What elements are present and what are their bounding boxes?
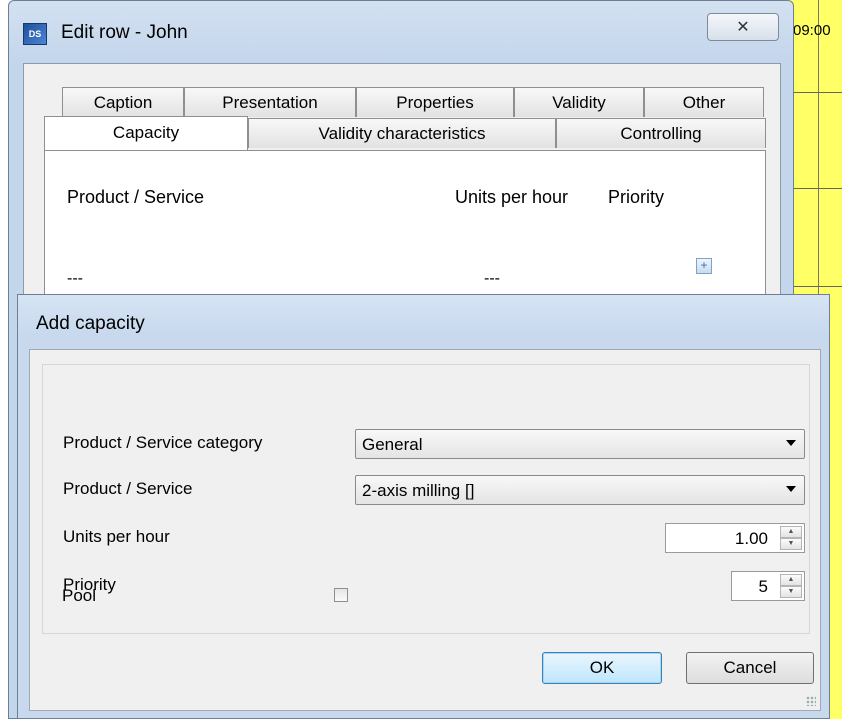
pool-label: Pool <box>62 586 97 605</box>
grid-line <box>788 286 842 287</box>
units-label: Units per hour <box>63 527 170 546</box>
add-row-button[interactable]: + <box>696 258 712 274</box>
add-capacity-client-area: Product / Service category General Produ… <box>29 349 821 711</box>
product-label: Product / Service <box>63 479 193 498</box>
chevron-down-icon <box>786 486 796 492</box>
tab-label: Validity <box>552 93 606 112</box>
tab-capacity[interactable]: Capacity <box>44 116 248 150</box>
product-select-value: 2-axis milling [] <box>362 481 475 500</box>
tab-label: Controlling <box>620 124 702 143</box>
tab-controlling[interactable]: Controlling <box>556 118 766 148</box>
priority-spinner[interactable]: 5 ▲ ▼ <box>731 571 805 601</box>
units-spinner-value: 1.00 <box>734 529 768 548</box>
grid-line <box>788 92 842 93</box>
cancel-button[interactable]: Cancel <box>686 652 814 684</box>
chevron-down-icon <box>786 440 796 446</box>
tab-validity-characteristics[interactable]: Validity characteristics <box>248 118 556 148</box>
fields-panel: Product / Service category General Produ… <box>42 364 810 634</box>
close-button[interactable]: ✕ <box>707 13 779 41</box>
spin-down-button[interactable]: ▼ <box>780 586 802 598</box>
tab-label: Validity characteristics <box>318 124 486 143</box>
close-icon: ✕ <box>736 19 750 36</box>
tab-label: Presentation <box>222 93 318 112</box>
app-logo-icon: DS <box>23 23 47 45</box>
column-header-product: Product / Service <box>67 187 205 207</box>
category-select-value: General <box>362 435 423 454</box>
add-capacity-title: Add capacity <box>36 313 145 334</box>
tab-caption[interactable]: Caption <box>62 87 184 117</box>
spinner-buttons: ▲ ▼ <box>780 526 802 550</box>
column-header-priority: Priority <box>608 187 665 207</box>
column-header-units: Units per hour <box>455 187 569 207</box>
tab-label: Properties <box>396 93 474 112</box>
tab-properties[interactable]: Properties <box>356 87 514 117</box>
resize-grip[interactable] <box>806 696 816 706</box>
spin-up-button[interactable]: ▲ <box>780 574 802 586</box>
add-capacity-dialog: Add capacity Product / Service category … <box>17 294 830 719</box>
ok-button[interactable]: OK <box>542 652 662 684</box>
edit-row-titlebar[interactable]: DS Edit row - John ✕ <box>9 1 793 61</box>
tab-presentation[interactable]: Presentation <box>184 87 356 117</box>
row-product-value: --- <box>67 270 83 287</box>
spinner-buttons: ▲ ▼ <box>780 574 802 598</box>
priority-spinner-value: 5 <box>758 577 768 596</box>
row-units-value: --- <box>484 270 500 287</box>
tab-label: Other <box>682 93 726 112</box>
category-select[interactable]: General <box>355 429 805 459</box>
pool-checkbox[interactable] <box>334 588 348 602</box>
units-spinner[interactable]: 1.00 ▲ ▼ <box>665 523 805 553</box>
tab-label: Caption <box>93 93 153 112</box>
spin-up-button[interactable]: ▲ <box>780 526 802 538</box>
spin-down-button[interactable]: ▼ <box>780 538 802 550</box>
edit-row-title: Edit row - John <box>61 22 188 43</box>
category-label: Product / Service category <box>63 433 263 452</box>
tab-label: Capacity <box>112 123 180 142</box>
tab-other[interactable]: Other <box>644 87 764 117</box>
background-time-label: 09:00 <box>793 22 831 39</box>
plus-icon: + <box>700 258 708 272</box>
tab-validity[interactable]: Validity <box>514 87 644 117</box>
grid-line <box>788 188 842 189</box>
product-select[interactable]: 2-axis milling [] <box>355 475 805 505</box>
